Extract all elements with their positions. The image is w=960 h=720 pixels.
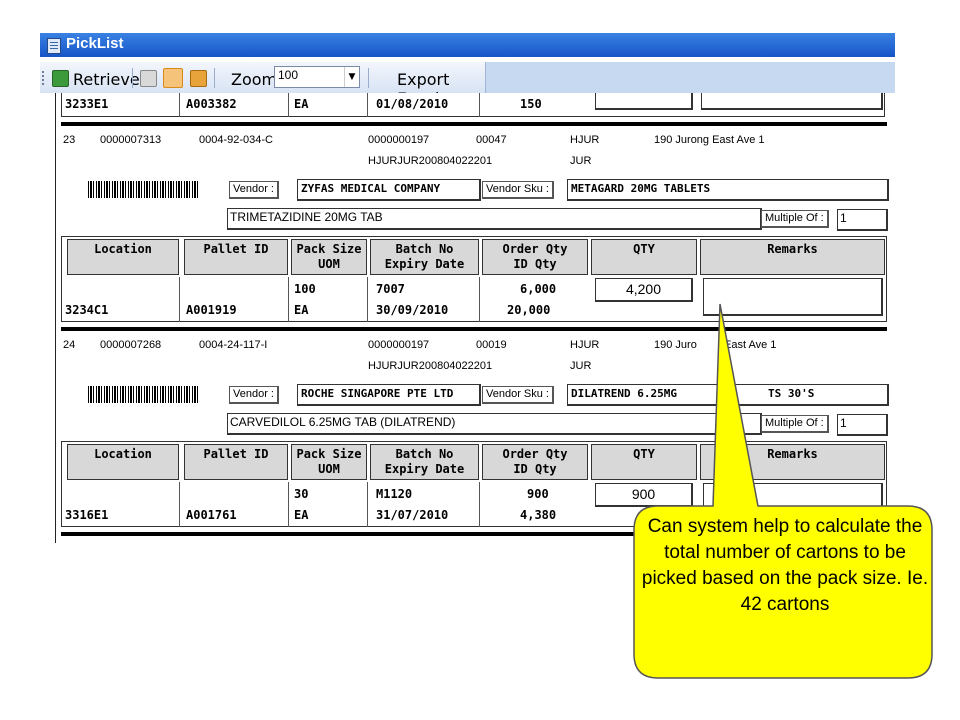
row-uom: EA: [294, 303, 309, 317]
multiple-of-label: Multiple Of :: [761, 210, 829, 228]
zoom-select[interactable]: 100 ▼: [274, 66, 360, 88]
row-id-qty: 4,380: [520, 508, 557, 522]
reference: HJURJUR200804022201: [368, 155, 493, 167]
site-code: HJUR: [570, 339, 600, 351]
picklist-report: 3233E1 A003382 EA 01/08/2010 150 23 0000…: [55, 93, 895, 543]
item-seq: 24: [63, 339, 76, 351]
col-location: Location: [94, 447, 152, 461]
row-order-qty: 900: [527, 487, 549, 501]
col-id-qty: ID Qty: [513, 257, 557, 271]
barcode: [88, 181, 200, 198]
row-expiry: 30/09/2010: [376, 303, 449, 317]
prev-pallet: A003382: [186, 97, 237, 111]
col-qty: QTY: [633, 242, 655, 256]
row-batch: M1120: [376, 487, 413, 501]
col-batch: Batch No: [395, 242, 454, 256]
row-pack-size: 30: [294, 487, 309, 501]
vendor-sku: METAGARD 20MG TABLETS: [567, 179, 889, 201]
window-title: PickList: [66, 35, 124, 52]
row-location: 3316E1: [65, 508, 109, 522]
item-seq: 23: [63, 134, 76, 146]
callout-text: Can system help to calculate the total n…: [641, 516, 929, 615]
document-icon: [47, 38, 61, 54]
item-description: TRIMETAZIDINE 20MG TAB: [227, 208, 762, 230]
row-pack-size: 100: [294, 282, 316, 296]
col-uom: UOM: [318, 257, 340, 271]
col-order-qty: Order Qty: [502, 447, 568, 461]
vendor-sku-label: Vendor Sku :: [482, 386, 554, 404]
row-pallet: A001919: [186, 303, 237, 317]
toolbar-grip[interactable]: [42, 71, 46, 85]
vendor-name: ZYFAS MEDICAL COMPANY: [297, 179, 481, 201]
reference: HJURJUR200804022201: [368, 360, 493, 372]
print-icon[interactable]: [140, 70, 157, 87]
remarks-input[interactable]: [703, 278, 883, 316]
col-location: Location: [94, 242, 152, 256]
window-titlebar: PickList: [40, 33, 895, 57]
col-pack-size: Pack Size: [296, 447, 362, 461]
line-code: 00019: [476, 339, 507, 351]
prev-location: 3233E1: [65, 97, 109, 111]
col-order-qty: Order Qty: [502, 242, 568, 256]
vendor-sku-label: Vendor Sku :: [482, 181, 554, 199]
col-expiry: Expiry Date: [384, 462, 465, 476]
zoom-value: 100: [278, 68, 299, 82]
line-code: 00047: [476, 134, 507, 146]
prev-id-qty: 150: [520, 97, 542, 111]
product-code: 0004-24-117-I: [199, 339, 268, 351]
zone: JUR: [570, 360, 592, 372]
item-code: 0000007268: [100, 339, 162, 351]
chevron-down-icon[interactable]: ▼: [344, 67, 359, 87]
row-batch: 7007: [376, 282, 405, 296]
multiple-of-label: Multiple Of :: [761, 415, 829, 433]
zone: JUR: [570, 155, 592, 167]
multiple-of-value: 1: [837, 209, 888, 231]
toolbar-strip: Retrieve Zoom 100 ▼ Export Excel: [40, 62, 486, 108]
col-qty: QTY: [633, 447, 655, 461]
site-code: HJUR: [570, 134, 600, 146]
address: 190 Jurong East Ave 1: [654, 134, 765, 146]
col-pack-size: Pack Size: [296, 242, 362, 256]
row-order-qty: 6,000: [520, 282, 557, 296]
refresh-icon[interactable]: [52, 70, 69, 87]
address-tail: East Ave 1: [724, 339, 777, 351]
row-uom: EA: [294, 508, 309, 522]
col-pallet: Pallet ID: [203, 447, 269, 461]
col-remarks: Remarks: [767, 447, 818, 461]
prev-uom: EA: [294, 97, 309, 111]
client-code: 0000000197: [368, 134, 430, 146]
col-id-qty: ID Qty: [513, 462, 557, 476]
print-preview-icon[interactable]: [163, 68, 183, 88]
address: 190 Juro: [654, 339, 697, 351]
retrieve-button[interactable]: Retrieve: [73, 70, 140, 89]
product-code: 0004-92-034-C: [199, 134, 273, 146]
col-expiry: Expiry Date: [384, 257, 465, 271]
row-id-qty: 20,000: [507, 303, 551, 317]
col-remarks: Remarks: [767, 242, 818, 256]
col-batch: Batch No: [395, 447, 454, 461]
barcode: [88, 386, 200, 403]
item-description: CARVEDILOL 6.25MG TAB (DILATREND): [227, 413, 762, 435]
row-expiry: 31/07/2010: [376, 508, 449, 522]
vendor-name: ROCHE SINGAPORE PTE LTD: [297, 384, 481, 406]
client-code: 0000000197: [368, 339, 430, 351]
col-pallet: Pallet ID: [203, 242, 269, 256]
row-location: 3234C1: [65, 303, 109, 317]
zoom-label: Zoom: [231, 70, 278, 89]
vendor-label: Vendor :: [229, 386, 279, 404]
prev-expiry: 01/08/2010: [376, 97, 449, 111]
row-pallet: A001761: [186, 508, 237, 522]
export-arrow-icon[interactable]: [190, 70, 207, 87]
col-uom: UOM: [318, 462, 340, 476]
item-code: 0000007313: [100, 134, 162, 146]
qty-input[interactable]: 4,200: [595, 278, 693, 302]
multiple-of-value: 1: [837, 414, 888, 436]
vendor-label: Vendor :: [229, 181, 279, 199]
